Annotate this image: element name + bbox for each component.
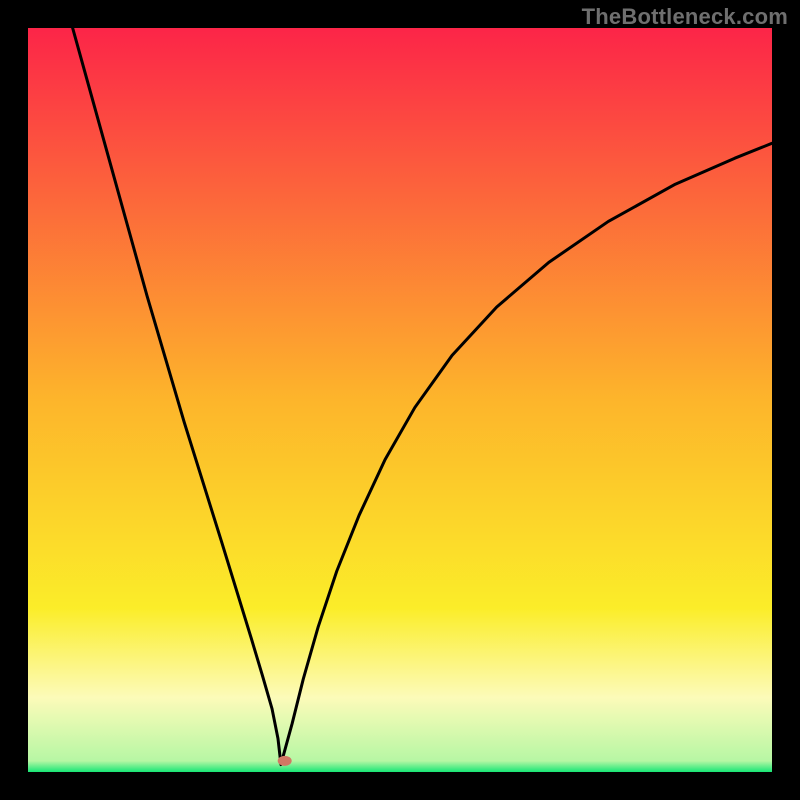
marker-dot — [278, 756, 292, 766]
chart-frame: TheBottleneck.com — [0, 0, 800, 800]
chart-background — [28, 28, 772, 772]
watermark-text: TheBottleneck.com — [582, 4, 788, 30]
chart-svg — [28, 28, 772, 772]
plot-area — [28, 28, 772, 772]
